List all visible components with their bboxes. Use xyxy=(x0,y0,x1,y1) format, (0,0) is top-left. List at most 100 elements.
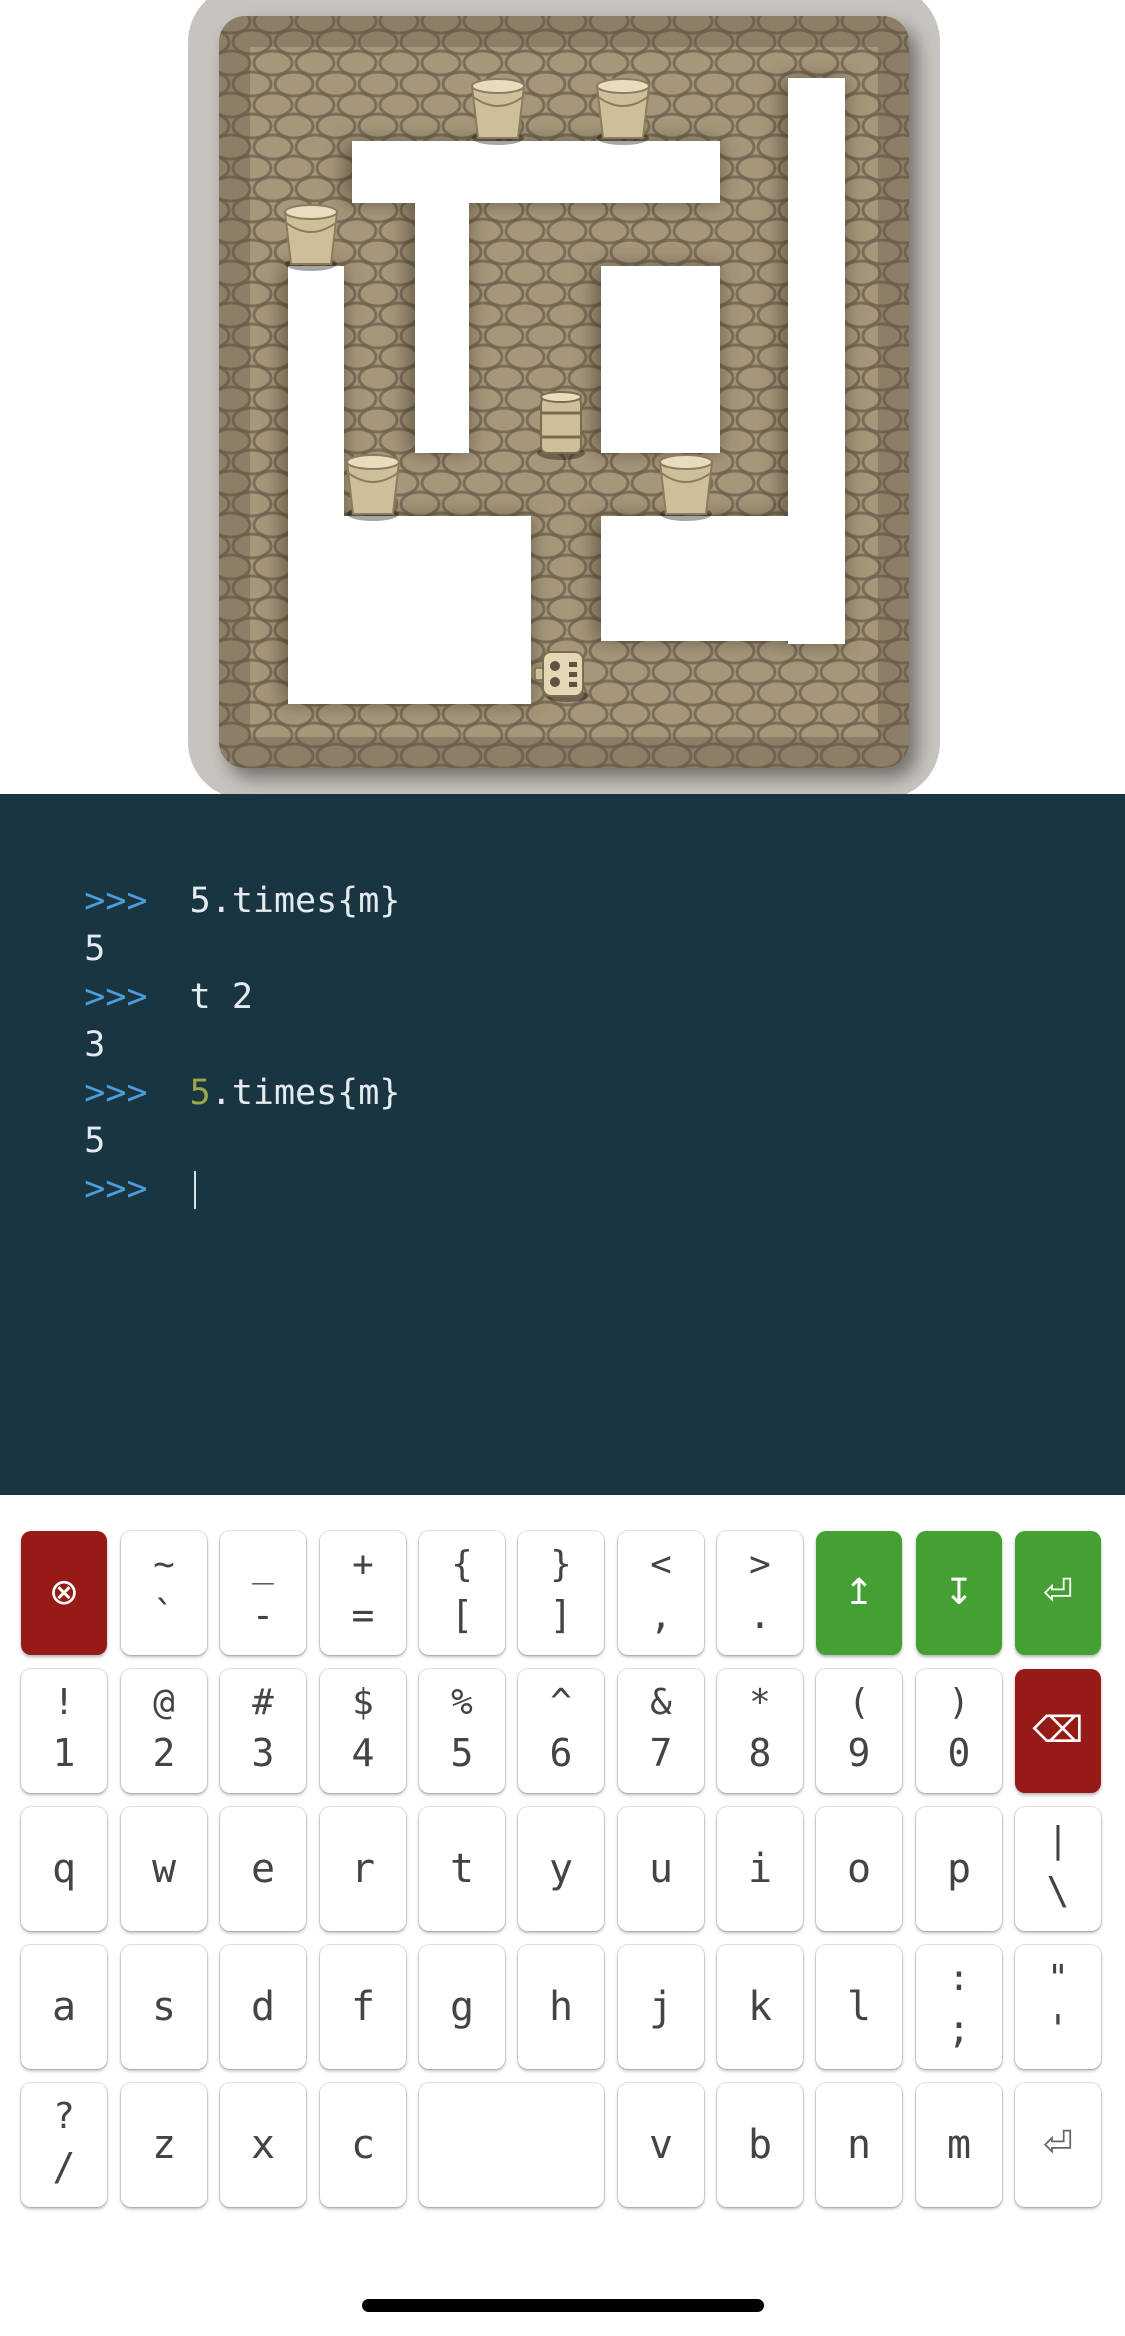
key-\[interactable]: | \ xyxy=(1015,1807,1101,1931)
console-output: 5 xyxy=(0,1069,105,1161)
key-shift-label: ? xyxy=(53,2096,75,2137)
console-output: 5 xyxy=(0,877,105,969)
key-h[interactable]: h xyxy=(518,1945,604,2069)
key-l[interactable]: l xyxy=(816,1945,902,2069)
ruby-console[interactable]: >>> 5.times{m} 5 >>> t 2 3 >>> 5.times{m… xyxy=(0,794,1125,1495)
history-up-icon: ↥ xyxy=(843,1572,875,1613)
key-p[interactable]: p xyxy=(916,1807,1002,1931)
key-y[interactable]: y xyxy=(518,1807,604,1931)
key-w[interactable]: w xyxy=(121,1807,207,1931)
key-label: c xyxy=(350,2122,376,2168)
history-down-key[interactable]: ↧ xyxy=(916,1531,1002,1655)
key-b[interactable]: b xyxy=(717,2083,803,2207)
key-x[interactable]: x xyxy=(220,2083,306,2207)
key-label: . xyxy=(748,1593,772,1637)
key-[[interactable]: {[ xyxy=(419,1531,505,1655)
key-shift-label: * xyxy=(749,1682,771,1723)
key-label: n xyxy=(846,2122,872,2168)
key-label: d xyxy=(250,1984,276,2030)
space-key[interactable] xyxy=(419,2083,604,2207)
key-label: 1 xyxy=(52,1731,76,1775)
key-n[interactable]: n xyxy=(816,2083,902,2207)
key-shift-label: | xyxy=(1047,1820,1069,1861)
return-key[interactable]: ⏎ xyxy=(1015,2083,1101,2207)
backspace-key[interactable]: ⌫ xyxy=(1015,1669,1101,1793)
key-8[interactable]: * 8 xyxy=(717,1669,803,1793)
console-line: >>> 5.times{m} xyxy=(0,829,400,921)
key-1[interactable]: ! 1 xyxy=(21,1669,107,1793)
key-label: s xyxy=(151,1984,177,2030)
key-label: w xyxy=(151,1846,177,1892)
history-up-key[interactable]: ↥ xyxy=(816,1531,902,1655)
key-i[interactable]: i xyxy=(717,1807,803,1931)
key-r[interactable]: r xyxy=(320,1807,406,1931)
key-label: v xyxy=(648,2122,674,2168)
console-prompt: >>> xyxy=(84,1169,148,1209)
key-label: - xyxy=(251,1593,275,1637)
backspace-icon: ⌫ xyxy=(1032,1710,1084,1751)
key-k[interactable]: k xyxy=(717,1945,803,2069)
key--[interactable]: _ - xyxy=(220,1531,306,1655)
key-/[interactable]: ? / xyxy=(21,2083,107,2207)
key-6[interactable]: ^ 6 xyxy=(518,1669,604,1793)
key-u[interactable]: u xyxy=(618,1807,704,1931)
key-a[interactable]: a xyxy=(21,1945,107,2069)
key-z[interactable]: z xyxy=(121,2083,207,2207)
key-,[interactable]: <, xyxy=(618,1531,704,1655)
key-label: ' xyxy=(1046,2007,1070,2051)
game-board xyxy=(0,0,1125,794)
home-indicator[interactable] xyxy=(362,2299,764,2312)
key-label: = xyxy=(351,1593,375,1637)
console-output: 3 xyxy=(0,973,105,1065)
key-;[interactable]: :; xyxy=(916,1945,1002,2069)
key-label: x xyxy=(250,2122,276,2168)
close-circle-key[interactable]: ⊗ xyxy=(21,1531,107,1655)
key-t[interactable]: t xyxy=(419,1807,505,1931)
key-label: ` xyxy=(152,1593,176,1637)
key-4[interactable]: $4 xyxy=(320,1669,406,1793)
key-=[interactable]: + = xyxy=(320,1531,406,1655)
key-q[interactable]: q xyxy=(21,1807,107,1931)
key-j[interactable]: j xyxy=(618,1945,704,2069)
bucket xyxy=(283,204,339,271)
key-label: u xyxy=(648,1846,674,1892)
bucket xyxy=(345,454,401,521)
key-g[interactable]: g xyxy=(419,1945,505,2069)
key-9[interactable]: (9 xyxy=(816,1669,902,1793)
bucket xyxy=(470,78,526,145)
key-7[interactable]: & 7 xyxy=(618,1669,704,1793)
key-shift-label: ~ xyxy=(153,1544,175,1585)
key-2[interactable]: @2 xyxy=(121,1669,207,1793)
barrel xyxy=(537,391,585,460)
key-shift-label: $ xyxy=(352,1682,374,1723)
key-shift-label: " xyxy=(1047,1958,1069,1999)
key-s[interactable]: s xyxy=(121,1945,207,2069)
key-'[interactable]: " ' xyxy=(1015,1945,1101,2069)
key-shift-label: ^ xyxy=(550,1682,572,1723)
key-.[interactable]: >. xyxy=(717,1531,803,1655)
key-e[interactable]: e xyxy=(220,1807,306,1931)
key-`[interactable]: ~ ` xyxy=(121,1531,207,1655)
key-d[interactable]: d xyxy=(220,1945,306,2069)
key-label: g xyxy=(449,1984,475,2030)
return-icon: ⏎ xyxy=(1042,2124,1074,2165)
key-3[interactable]: #3 xyxy=(220,1669,306,1793)
key-shift-label: } xyxy=(550,1544,572,1585)
key-][interactable]: }] xyxy=(518,1531,604,1655)
console-line: >>> 5.times{m} xyxy=(0,1021,400,1113)
key-shift-label: : xyxy=(948,1958,970,1999)
key-label: 9 xyxy=(847,1731,871,1775)
key-m[interactable]: m xyxy=(916,2083,1002,2207)
key-v[interactable]: v xyxy=(618,2083,704,2207)
console-command: 5.times{m} xyxy=(189,881,401,921)
return-key[interactable]: ⏎ xyxy=(1015,1531,1101,1655)
key-c[interactable]: c xyxy=(320,2083,406,2207)
key-o[interactable]: o xyxy=(816,1807,902,1931)
console-number-literal: 5 xyxy=(189,1073,211,1113)
key-0[interactable]: ) 0 xyxy=(916,1669,1002,1793)
key-5[interactable]: % 5 xyxy=(419,1669,505,1793)
key-shift-label: _ xyxy=(252,1544,274,1585)
console-input-line[interactable]: >>> xyxy=(0,1117,196,1209)
key-label: ; xyxy=(947,2007,971,2051)
key-f[interactable]: f xyxy=(320,1945,406,2069)
